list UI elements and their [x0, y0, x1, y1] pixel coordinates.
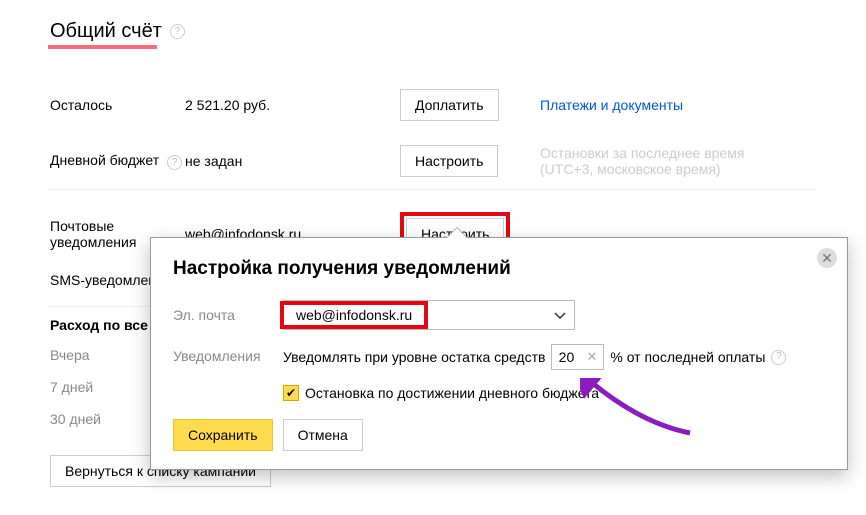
section-title-text: Общий счёт [50, 20, 162, 43]
checkbox-checked-icon: ✔ [283, 385, 299, 401]
cancel-button[interactable]: Отмена [283, 419, 363, 451]
notify-label: Уведомления [173, 344, 283, 364]
section-title: Общий счёт ? [50, 20, 185, 43]
row-daily-budget: Дневной бюджет ? не задан Настроить Оста… [50, 133, 816, 189]
email-select-value: web@infodonsk.ru [288, 307, 420, 323]
notifications-dialog: ✕ Настройка получения уведомлений Эл. по… [150, 237, 848, 470]
daily-aside: Остановки за последнее время (UTC+3, мос… [540, 145, 816, 177]
chevron-down-icon [546, 307, 574, 323]
row-balance: Осталось 2 521.20 руб. Доплатить Платежи… [50, 77, 816, 133]
email-label: Эл. почта [173, 307, 283, 323]
title-underline [48, 45, 157, 49]
stop-on-budget-checkbox[interactable]: ✔ Остановка по достижении дневного бюдже… [283, 385, 599, 401]
topup-button[interactable]: Доплатить [400, 89, 499, 121]
help-icon[interactable]: ? [167, 155, 182, 170]
dialog-row-email: Эл. почта web@infodonsk.ru [173, 300, 825, 330]
balance-label: Осталось [50, 97, 185, 113]
dialog-row-notify: Уведомления Уведомлять при уровне остатк… [173, 344, 825, 401]
balance-value: 2 521.20 руб. [185, 97, 400, 113]
threshold-input-wrap: ✕ [551, 344, 604, 370]
dialog-title: Настройка получения уведомлений [173, 258, 825, 280]
daily-value: не задан [185, 153, 400, 169]
threshold-input[interactable] [552, 349, 580, 365]
help-icon[interactable]: ? [771, 350, 786, 365]
close-icon[interactable]: ✕ [817, 248, 837, 268]
checkbox-label: Остановка по достижении дневного бюджета [305, 385, 599, 401]
help-icon[interactable]: ? [170, 24, 185, 39]
email-select[interactable]: web@infodonsk.ru [283, 300, 575, 330]
payments-link[interactable]: Платежи и документы [540, 97, 683, 113]
save-button[interactable]: Сохранить [173, 419, 273, 451]
daily-label: Дневной бюджет ? [50, 152, 185, 171]
notify-text-after: % от последней оплаты [610, 349, 765, 365]
notify-text-before: Уведомлять при уровне остатка средств [283, 349, 545, 365]
annotation-highlight: web@infodonsk.ru [280, 301, 428, 329]
daily-configure-button[interactable]: Настроить [400, 145, 498, 177]
clear-icon[interactable]: ✕ [580, 349, 603, 365]
